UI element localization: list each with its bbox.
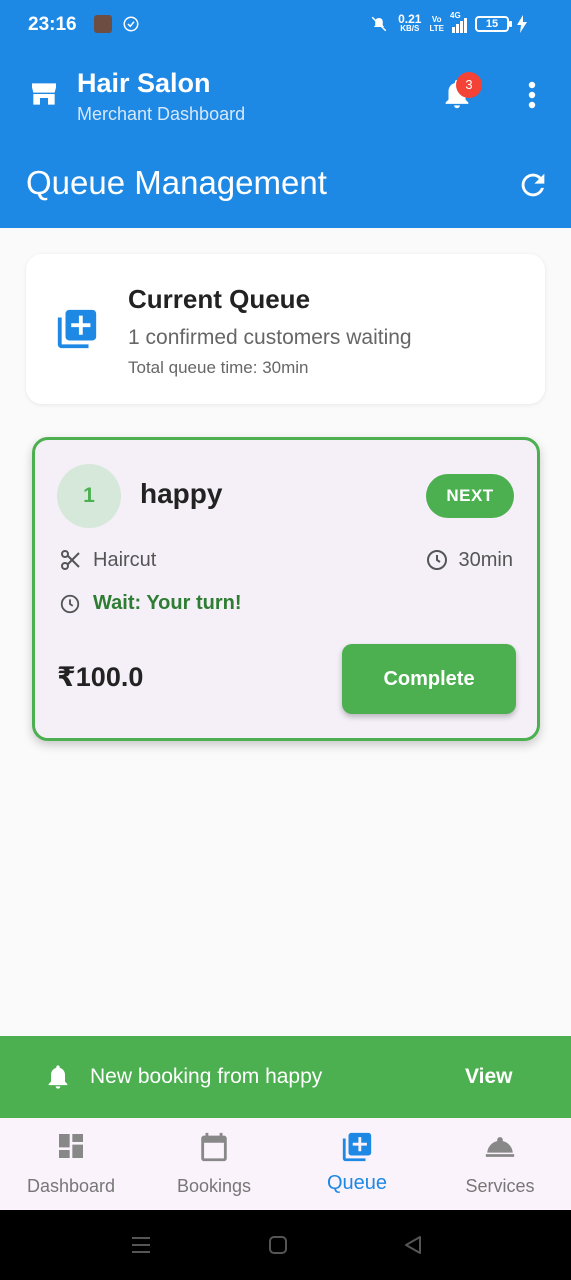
clock-icon (60, 594, 80, 613)
queue-entry-card[interactable]: 1 happy NEXT Haircut 30min Wait: Your tu… (32, 437, 540, 741)
app-subtitle: Merchant Dashboard (77, 104, 246, 124)
room-service-icon (485, 1137, 515, 1157)
home-icon[interactable] (267, 1234, 289, 1256)
service-name: Haircut (93, 548, 157, 571)
nav-item-queue[interactable]: Queue (286, 1118, 428, 1210)
service-duration: 30min (458, 548, 513, 571)
snackbar-view-button[interactable]: View (465, 1065, 512, 1089)
app-bar: Hair Salon Merchant Dashboard 3 Queue Ma… (0, 52, 571, 228)
bell-icon (48, 1065, 68, 1089)
back-icon[interactable] (402, 1234, 424, 1256)
duration-row: 30min (425, 548, 513, 572)
refresh-icon[interactable] (516, 168, 550, 202)
page-title: Queue Management (26, 164, 327, 201)
nav-item-services[interactable]: Services (429, 1118, 571, 1210)
status-right-icons: 0.21 KB/S Vo LTE 4G 15 (368, 11, 527, 34)
queue-icon (342, 1132, 372, 1162)
status-time: 23:16 (28, 14, 77, 35)
store-icon (32, 83, 56, 105)
snackbar-message: New booking from happy (90, 1065, 323, 1088)
volte-indicator: Vo LTE (429, 15, 444, 33)
nav-label-services: Services (465, 1176, 535, 1196)
app-notification-icon (94, 15, 112, 33)
battery-icon: 15 (475, 16, 512, 32)
queue-add-icon (57, 309, 97, 349)
wait-status: Wait: Your turn! (93, 592, 242, 614)
nav-label-queue: Queue (326, 1172, 388, 1194)
complete-button[interactable]: Complete (342, 644, 516, 714)
dashboard-icon (59, 1134, 83, 1158)
system-navigation-bar (0, 1210, 571, 1280)
status-bar: 23:16 0.21 KB/S Vo LTE 4G 15 (0, 0, 571, 52)
next-badge: NEXT (426, 474, 514, 518)
summary-total-time: Total queue time: 30min (128, 358, 309, 377)
queue-summary-card: Current Queue 1 confirmed customers wait… (26, 254, 545, 404)
more-vert-icon[interactable] (522, 80, 542, 110)
nav-item-bookings[interactable]: Bookings (143, 1118, 285, 1210)
summary-title: Current Queue (128, 284, 311, 314)
status-left-icons (94, 15, 140, 33)
service-price: ₹100.0 (57, 662, 144, 692)
notification-count-badge: 3 (456, 72, 482, 98)
signal-icon: 4G (450, 11, 467, 33)
queue-position: 1 (57, 464, 121, 528)
booking-snackbar: New booking from happy View (0, 1036, 571, 1118)
service-row: Haircut (59, 548, 156, 572)
wait-row: Wait: Your turn! (59, 592, 242, 615)
nav-item-dashboard[interactable]: Dashboard (0, 1118, 142, 1210)
charging-bolt-icon (517, 15, 527, 33)
mute-icon (371, 16, 387, 32)
calendar-icon (201, 1132, 227, 1162)
summary-subtitle: 1 confirmed customers waiting (128, 326, 412, 349)
bottom-navigation: Dashboard Bookings Queue Services (0, 1118, 571, 1210)
net-speed: 0.21 KB/S (398, 12, 422, 33)
menu-icon[interactable] (130, 1234, 152, 1256)
app-title: Hair Salon (77, 68, 211, 98)
clock-icon (426, 550, 447, 570)
nav-label-dashboard: Dashboard (26, 1176, 116, 1196)
nav-label-bookings: Bookings (176, 1176, 252, 1196)
check-circle-icon (123, 16, 139, 32)
customer-name: happy (140, 478, 223, 509)
scissors-icon (61, 550, 80, 570)
